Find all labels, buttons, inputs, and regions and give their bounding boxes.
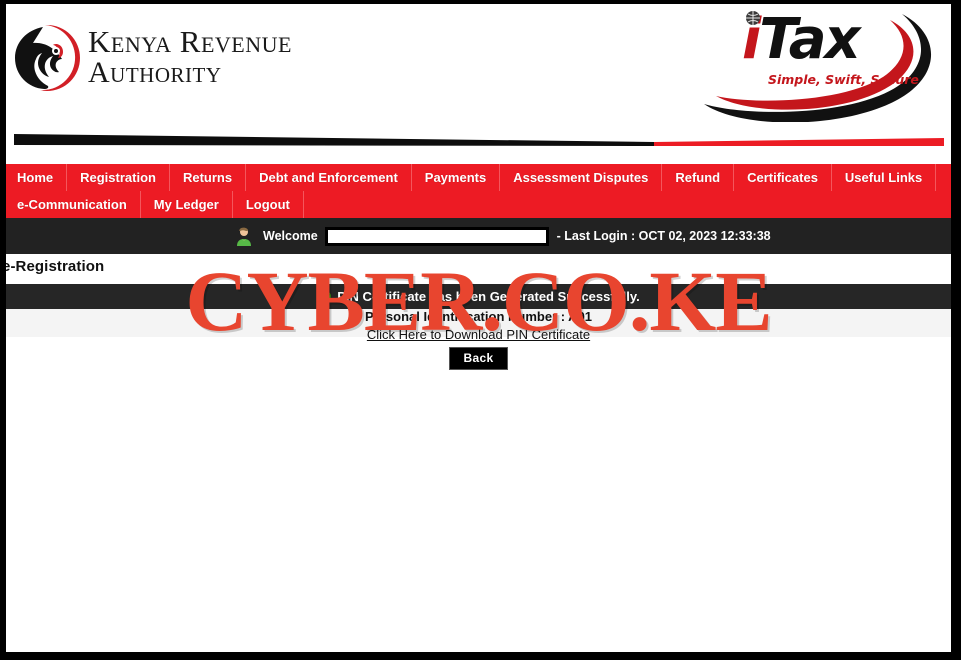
- browser-page: Kenya Revenue Authority iTax Simple, Swi…: [0, 0, 961, 660]
- kra-wordmark-line2: Authority: [88, 55, 222, 89]
- welcome-label: Welcome: [263, 229, 318, 243]
- nav-item-debt-and-enforcement[interactable]: Debt and Enforcement: [246, 164, 412, 191]
- kra-wordmark: Kenya Revenue Authority: [88, 26, 292, 88]
- page-title: e-Registration: [6, 258, 105, 275]
- main-content: e-Registration PIN Certificate has been …: [6, 254, 951, 652]
- green-check-icon: [317, 289, 332, 304]
- download-certificate-link[interactable]: Click Here to Download PIN Certificate: [367, 327, 590, 342]
- nav-label: Refund: [675, 170, 721, 185]
- nav-label: Home: [17, 170, 54, 185]
- nav-item-useful-links[interactable]: Useful Links: [832, 164, 937, 191]
- nav-label: Assessment Disputes: [513, 170, 649, 185]
- nav-label: Payments: [424, 170, 487, 185]
- globe-dot-icon: [746, 11, 760, 25]
- nav-label: Logout: [245, 197, 290, 212]
- nav-item-e-communication[interactable]: e-Communication: [6, 191, 141, 218]
- pin-number-text: Personal Identification Number : A01: [364, 309, 593, 324]
- nav-item-my-ledger[interactable]: My Ledger: [141, 191, 233, 218]
- nav-item-logout[interactable]: Logout: [233, 191, 304, 218]
- nav-item-assessment-disputes[interactable]: Assessment Disputes: [500, 164, 663, 191]
- header-divider-bar: [14, 134, 944, 146]
- kra-lion-logo-icon: [14, 25, 80, 91]
- kra-wordmark-line1: Kenya Revenue: [88, 24, 292, 59]
- nav-row-secondary: e-Communication My Ledger Logout: [6, 191, 951, 218]
- nav-item-certificates[interactable]: Certificates: [734, 164, 832, 191]
- nav-item-home[interactable]: Home: [6, 164, 68, 191]
- nav-label: Registration: [80, 170, 156, 185]
- nav-label: Useful Links: [844, 170, 923, 185]
- page-canvas: Kenya Revenue Authority iTax Simple, Swi…: [6, 4, 951, 652]
- user-avatar-icon: [234, 226, 254, 246]
- user-welcome-bar: Welcome - Last Login : OCT 02, 2023 12:3…: [6, 218, 951, 254]
- nav-label: Debt and Enforcement: [259, 170, 398, 185]
- success-message: PIN Certificate has been Generated Succe…: [6, 284, 951, 309]
- itax-letters-tax: Tax: [759, 7, 860, 72]
- nav-label: Certificates: [747, 170, 818, 185]
- last-login-text: - Last Login : OCT 02, 2023 12:33:38: [556, 229, 771, 243]
- itax-tagline: Simple, Swift, Secure: [768, 72, 919, 87]
- nav-label: My Ledger: [153, 197, 219, 212]
- nav-item-registration[interactable]: Registration: [67, 164, 170, 191]
- site-banner: Kenya Revenue Authority iTax Simple, Swi…: [6, 4, 951, 146]
- nav-item-returns[interactable]: Returns: [170, 164, 247, 191]
- nav-label: e-Communication: [17, 197, 127, 212]
- nav-row-primary: Home Registration Returns Debt and Enfor…: [6, 164, 951, 191]
- success-message-text: PIN Certificate has been Generated Succe…: [337, 289, 640, 304]
- username-field[interactable]: [324, 226, 549, 246]
- main-navigation[interactable]: Home Registration Returns Debt and Enfor…: [6, 164, 951, 218]
- back-button[interactable]: Back: [448, 347, 509, 370]
- back-button-wrapper: Back: [6, 347, 951, 370]
- itax-logo: iTax Simple, Swift, Secure: [690, 4, 945, 122]
- nav-item-refund[interactable]: Refund: [662, 164, 735, 191]
- nav-label: Returns: [182, 170, 233, 185]
- download-certificate-line: Click Here to Download PIN Certificate: [6, 327, 951, 342]
- nav-item-payments[interactable]: Payments: [412, 164, 501, 191]
